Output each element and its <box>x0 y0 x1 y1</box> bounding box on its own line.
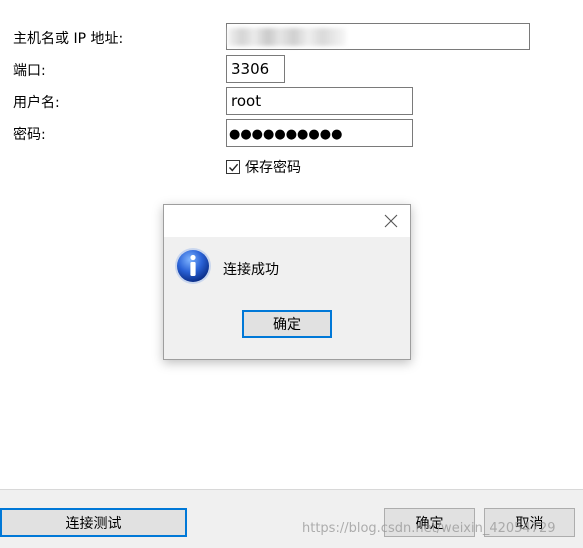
password-label: 密码: <box>13 127 46 143</box>
port-label: 端口: <box>13 63 46 79</box>
host-label: 主机名或 IP 地址: <box>13 31 124 47</box>
username-label: 用户名: <box>13 95 60 111</box>
ok-button[interactable]: 确定 <box>384 508 475 537</box>
checkmark-icon <box>228 163 239 172</box>
test-connection-button[interactable]: 连接测试 <box>0 508 187 537</box>
username-input[interactable] <box>226 87 413 115</box>
dialog-message: 连接成功 <box>223 262 279 278</box>
save-password-label: 保存密码 <box>245 160 301 176</box>
save-password-option[interactable]: 保存密码 <box>226 157 301 177</box>
dialog-titlebar <box>164 205 410 237</box>
password-input[interactable] <box>226 119 413 147</box>
cancel-button[interactable]: 取消 <box>484 508 575 537</box>
port-input[interactable] <box>226 55 285 83</box>
dialog-ok-button[interactable]: 确定 <box>242 310 332 338</box>
info-icon <box>175 248 211 284</box>
host-input[interactable] <box>226 23 530 50</box>
message-dialog: 连接成功 确定 <box>163 204 411 360</box>
close-icon[interactable] <box>384 214 398 228</box>
save-password-checkbox[interactable] <box>226 160 240 174</box>
